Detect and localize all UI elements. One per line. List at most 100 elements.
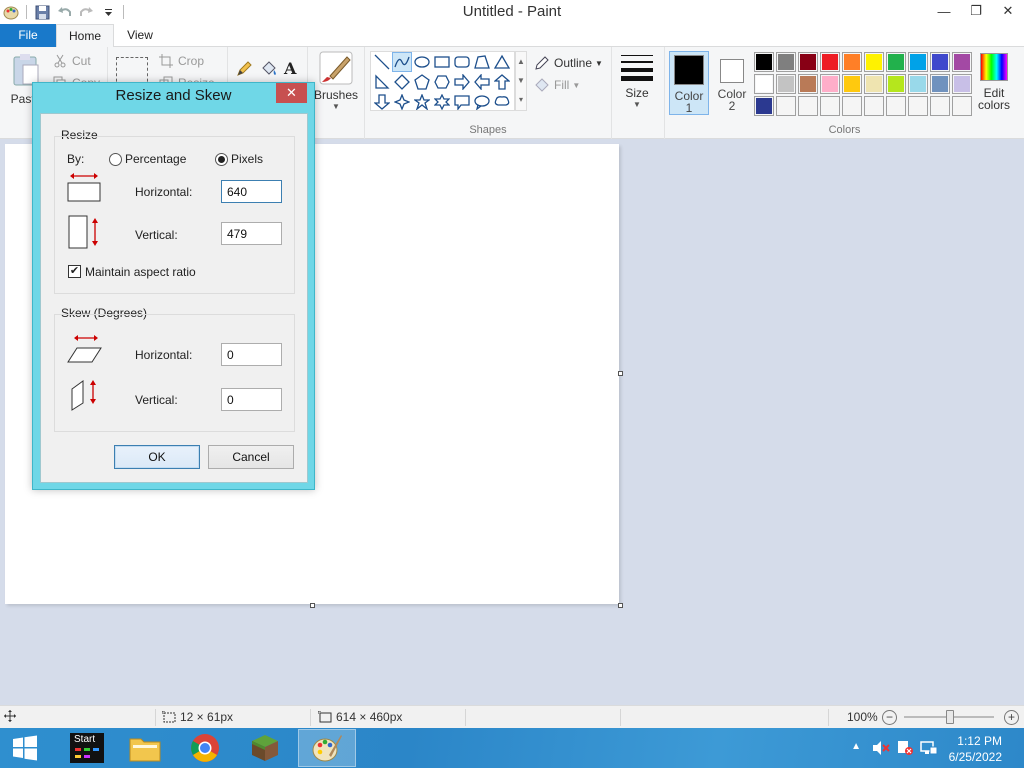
palette-color-swatch[interactable] bbox=[930, 52, 950, 72]
dialog-close-button[interactable]: ✕ bbox=[276, 83, 307, 103]
palette-color-swatch[interactable] bbox=[754, 96, 774, 116]
zoom-slider-thumb[interactable] bbox=[946, 710, 954, 724]
taskbar-paint[interactable] bbox=[298, 729, 356, 767]
right-arrow-shape-icon[interactable] bbox=[452, 72, 472, 92]
four-point-star-shape-icon[interactable] bbox=[392, 92, 412, 112]
ok-button[interactable]: OK bbox=[114, 445, 200, 469]
palette-color-swatch[interactable] bbox=[908, 52, 928, 72]
minimize-button[interactable]: — bbox=[928, 0, 960, 22]
size-button[interactable]: Size ▼ bbox=[616, 53, 658, 109]
palette-color-swatch[interactable] bbox=[952, 52, 972, 72]
palette-color-swatch[interactable] bbox=[754, 52, 774, 72]
percentage-radio[interactable] bbox=[109, 153, 122, 166]
resize-vertical-input[interactable] bbox=[221, 222, 282, 245]
oval-shape-icon[interactable] bbox=[412, 52, 432, 72]
clock[interactable]: 1:12 PM 6/25/2022 bbox=[949, 733, 1002, 765]
five-point-star-shape-icon[interactable] bbox=[412, 92, 432, 112]
palette-color-swatch[interactable] bbox=[952, 96, 972, 116]
rectangle-shape-icon[interactable] bbox=[432, 52, 452, 72]
canvas-resize-handle-right[interactable] bbox=[618, 371, 623, 376]
skew-horizontal-input[interactable] bbox=[221, 343, 282, 366]
zoom-in-button[interactable]: + bbox=[1004, 710, 1019, 725]
tab-view[interactable]: View bbox=[114, 24, 166, 47]
palette-color-swatch[interactable] bbox=[820, 96, 840, 116]
pencil-icon[interactable] bbox=[236, 61, 252, 80]
taskbar-chrome[interactable] bbox=[176, 729, 234, 767]
color-2-button[interactable]: Color 2 bbox=[712, 51, 752, 115]
scroll-down-icon[interactable]: ▼ bbox=[516, 71, 526, 90]
pixels-radio[interactable] bbox=[215, 153, 228, 166]
edit-colors-button[interactable]: Edit colors bbox=[974, 53, 1014, 111]
shapes-scrollbar[interactable]: ▲ ▼ ▾ bbox=[515, 51, 527, 111]
taskbar-minecraft[interactable] bbox=[236, 729, 294, 767]
palette-color-swatch[interactable] bbox=[754, 74, 774, 94]
maintain-aspect-label[interactable]: Maintain aspect ratio bbox=[85, 265, 196, 279]
percentage-label[interactable]: Percentage bbox=[125, 152, 186, 166]
palette-color-swatch[interactable] bbox=[820, 52, 840, 72]
palette-color-swatch[interactable] bbox=[864, 74, 884, 94]
fill-button[interactable]: Fill ▼ bbox=[534, 77, 580, 93]
palette-color-swatch[interactable] bbox=[842, 96, 862, 116]
palette-color-swatch[interactable] bbox=[930, 96, 950, 116]
left-arrow-shape-icon[interactable] bbox=[472, 72, 492, 92]
skew-vertical-input[interactable] bbox=[221, 388, 282, 411]
cut-button[interactable]: Cut bbox=[52, 53, 91, 69]
tab-file[interactable]: File bbox=[0, 24, 56, 47]
palette-color-swatch[interactable] bbox=[776, 52, 796, 72]
line-shape-icon[interactable] bbox=[372, 52, 392, 72]
palette-color-swatch[interactable] bbox=[820, 74, 840, 94]
triangle-shape-icon[interactable] bbox=[492, 52, 512, 72]
color-1-button[interactable]: Color 1 bbox=[669, 51, 709, 115]
down-arrow-shape-icon[interactable] bbox=[372, 92, 392, 112]
cloud-callout-shape-icon[interactable] bbox=[492, 92, 512, 112]
palette-color-swatch[interactable] bbox=[798, 52, 818, 72]
palette-color-swatch[interactable] bbox=[886, 74, 906, 94]
palette-color-swatch[interactable] bbox=[952, 74, 972, 94]
hexagon-shape-icon[interactable] bbox=[432, 72, 452, 92]
rect-callout-shape-icon[interactable] bbox=[452, 92, 472, 112]
network-icon[interactable] bbox=[920, 740, 938, 759]
cancel-button[interactable]: Cancel bbox=[208, 445, 294, 469]
tab-home[interactable]: Home bbox=[56, 24, 114, 48]
scroll-up-icon[interactable]: ▲ bbox=[516, 52, 526, 71]
maintain-aspect-checkbox[interactable]: ✔ bbox=[68, 265, 81, 278]
palette-color-swatch[interactable] bbox=[930, 74, 950, 94]
restore-button[interactable]: ❐ bbox=[960, 0, 992, 22]
palette-color-swatch[interactable] bbox=[842, 74, 862, 94]
gallery-more-icon[interactable]: ▾ bbox=[516, 90, 526, 109]
show-hidden-icons-icon[interactable]: ▲ bbox=[851, 741, 861, 752]
palette-color-swatch[interactable] bbox=[864, 96, 884, 116]
palette-color-swatch[interactable] bbox=[776, 96, 796, 116]
taskbar-file-explorer[interactable] bbox=[116, 729, 174, 767]
canvas-resize-handle-bottom[interactable] bbox=[310, 603, 315, 608]
palette-color-swatch[interactable] bbox=[886, 96, 906, 116]
rounded-rectangle-shape-icon[interactable] bbox=[452, 52, 472, 72]
taskbar-start-app[interactable]: Start bbox=[58, 729, 116, 767]
palette-color-swatch[interactable] bbox=[842, 52, 862, 72]
palette-color-swatch[interactable] bbox=[908, 74, 928, 94]
text-tool-icon[interactable]: A bbox=[284, 59, 296, 78]
diamond-shape-icon[interactable] bbox=[392, 72, 412, 92]
up-arrow-shape-icon[interactable] bbox=[492, 72, 512, 92]
palette-color-swatch[interactable] bbox=[864, 52, 884, 72]
palette-color-swatch[interactable] bbox=[776, 74, 796, 94]
brushes-button[interactable]: Brushes ▼ bbox=[312, 51, 360, 111]
right-triangle-shape-icon[interactable] bbox=[372, 72, 392, 92]
close-window-button[interactable]: ✕ bbox=[992, 0, 1024, 22]
action-center-alert-icon[interactable] bbox=[896, 740, 914, 759]
start-button[interactable] bbox=[0, 729, 50, 767]
curve-shape-icon[interactable] bbox=[392, 52, 412, 72]
polygon-shape-icon[interactable] bbox=[472, 52, 492, 72]
pentagon-shape-icon[interactable] bbox=[412, 72, 432, 92]
volume-muted-icon[interactable] bbox=[872, 740, 890, 759]
palette-color-swatch[interactable] bbox=[798, 74, 818, 94]
canvas-resize-handle-corner[interactable] bbox=[618, 603, 623, 608]
fill-bucket-icon[interactable] bbox=[260, 61, 278, 80]
palette-color-swatch[interactable] bbox=[908, 96, 928, 116]
oval-callout-shape-icon[interactable] bbox=[472, 92, 492, 112]
outline-button[interactable]: Outline ▼ bbox=[534, 55, 603, 71]
crop-button[interactable]: Crop bbox=[158, 53, 204, 69]
palette-color-swatch[interactable] bbox=[886, 52, 906, 72]
six-point-star-shape-icon[interactable] bbox=[432, 92, 452, 112]
palette-color-swatch[interactable] bbox=[798, 96, 818, 116]
